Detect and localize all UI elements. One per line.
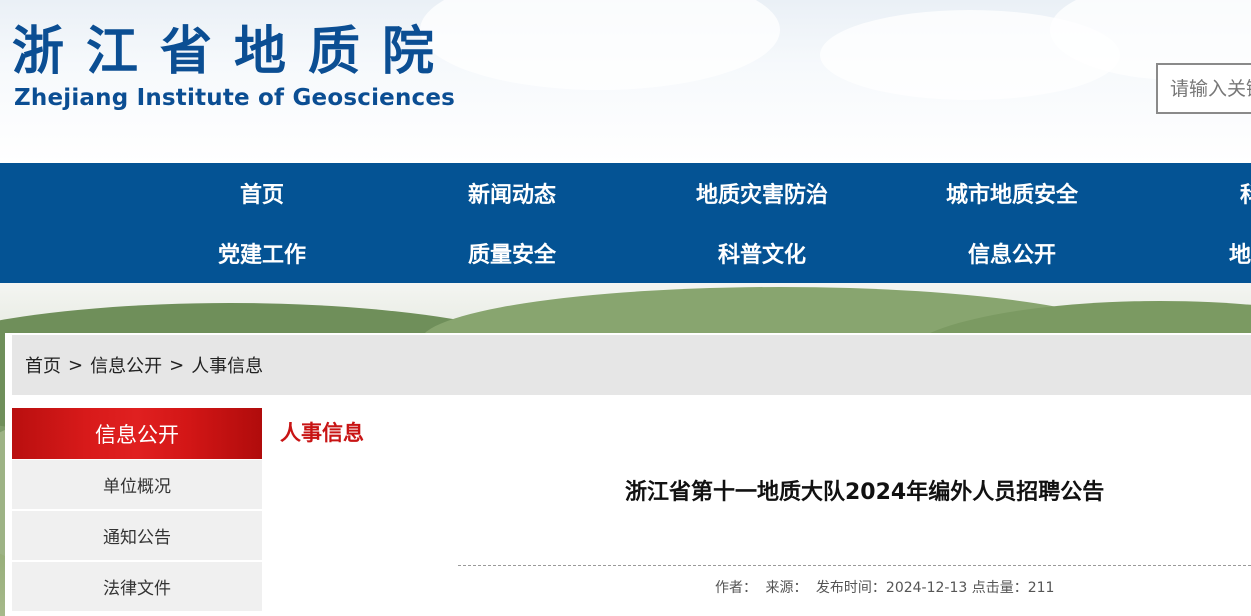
breadcrumb-separator: > xyxy=(68,354,84,376)
cloud-decoration xyxy=(420,0,780,90)
nav-item-disaster-prevention[interactable]: 地质灾害防治 xyxy=(637,163,887,223)
nav-item-info-disclosure[interactable]: 信息公开 xyxy=(887,223,1137,283)
sidebar-item-notices[interactable]: 通知公告 xyxy=(12,511,262,561)
nav-item-urban-geology[interactable]: 城市地质安全 xyxy=(887,163,1137,223)
nav-item-science-innovation[interactable]: 科创 xyxy=(1137,163,1251,223)
site-logo-en[interactable]: Zhejiang Institute of Geosciences xyxy=(14,83,455,113)
article-title: 浙江省第十一地质大队2024年编外人员招聘公告 xyxy=(625,480,1105,505)
meta-date-label: 发布时间： xyxy=(815,580,886,596)
breadcrumb-personnel-info[interactable]: 人事信息 xyxy=(191,352,263,378)
nav-item-news[interactable]: 新闻动态 xyxy=(387,163,637,223)
nav-item-quality-safety[interactable]: 质量安全 xyxy=(387,223,637,283)
sidebar-item-legal-documents[interactable]: 法律文件 xyxy=(12,562,262,612)
main-nav: 首页 新闻动态 地质灾害防治 城市地质安全 科创 党建工作 质量安全 科普文化 … xyxy=(0,163,1251,283)
nav-item-science-culture[interactable]: 科普文化 xyxy=(637,223,887,283)
meta-date: 2024-12-13 xyxy=(885,580,968,596)
meta-source-label: 来源： xyxy=(765,580,808,596)
article-meta: 作者： 来源： 发布时间：2024-12-13 点击量：211 xyxy=(715,577,1058,597)
nav-item-geo-resources[interactable]: 地质资 xyxy=(1137,223,1251,283)
sidebar: 信息公开 单位概况 通知公告 法律文件 xyxy=(12,408,262,616)
meta-clicks-label: 点击量： xyxy=(971,580,1028,596)
section-title: 人事信息 xyxy=(280,421,364,445)
site-logo-cn[interactable]: 浙江省地质院 xyxy=(12,22,456,82)
breadcrumb: 首页 > 信息公开 > 人事信息 xyxy=(12,335,1251,395)
search-input[interactable] xyxy=(1156,63,1251,114)
meta-author-label: 作者： xyxy=(715,580,757,596)
sidebar-heading: 信息公开 xyxy=(12,408,262,459)
sidebar-item-unit-overview[interactable]: 单位概况 xyxy=(12,460,262,510)
divider xyxy=(458,565,1251,566)
breadcrumb-separator: > xyxy=(169,354,185,376)
breadcrumb-home[interactable]: 首页 xyxy=(25,352,61,378)
nav-item-home[interactable]: 首页 xyxy=(137,163,387,223)
site-header: 浙江省地质院 Zhejiang Institute of Geosciences xyxy=(0,0,1251,163)
nav-item-party-building[interactable]: 党建工作 xyxy=(137,223,387,283)
breadcrumb-info-disclosure[interactable]: 信息公开 xyxy=(90,352,162,378)
content-card: 首页 > 信息公开 > 人事信息 信息公开 单位概况 通知公告 法律文件 人事信… xyxy=(5,333,1251,616)
meta-clicks: 211 xyxy=(1027,580,1055,596)
